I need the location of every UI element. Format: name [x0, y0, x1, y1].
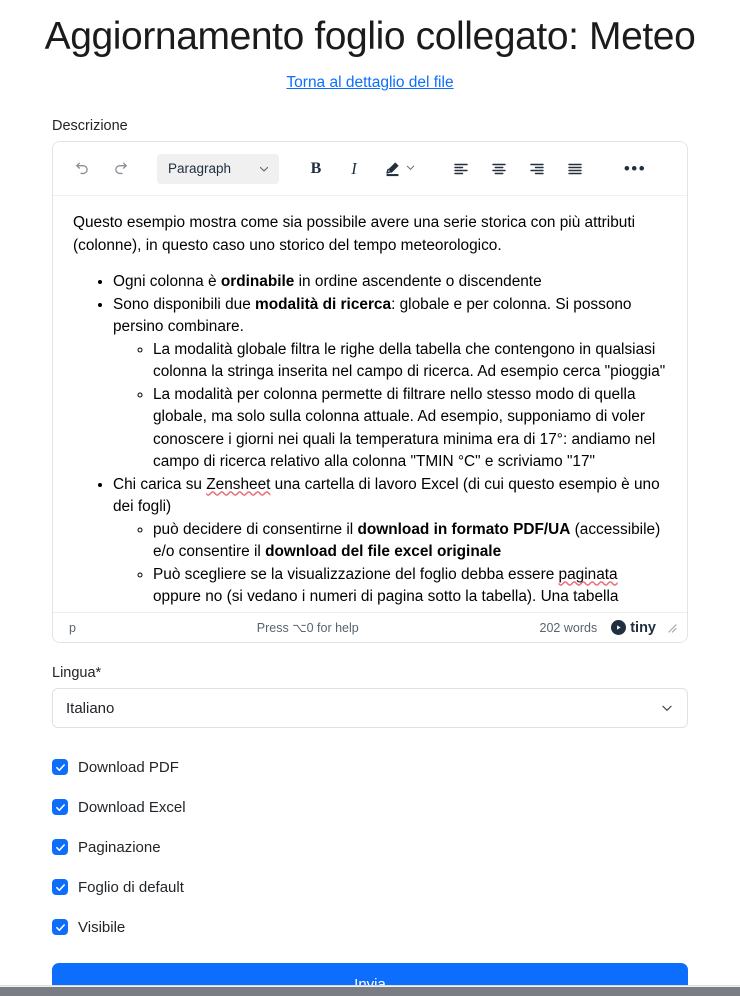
language-select[interactable]: Italiano: [52, 688, 688, 728]
spellcheck-word: paginata: [558, 565, 618, 583]
bullet-text: Chi carica su: [113, 475, 207, 493]
checkbox-row-foglio-di-default[interactable]: Foglio di default: [52, 867, 688, 907]
page-title: Aggiornamento foglio collegato: Meteo: [44, 15, 696, 58]
align-justify-icon[interactable]: [560, 154, 590, 184]
editor-content-area[interactable]: Questo esempio mostra come sia possibile…: [53, 196, 687, 612]
editor-status-bar: p Press ⌥0 for help 202 words tiny: [53, 612, 687, 642]
editor-resize-handle[interactable]: [666, 622, 677, 633]
tiny-logo-icon: [611, 620, 627, 635]
language-field: Lingua* Italiano: [52, 665, 688, 728]
checkbox-foglio-di-default[interactable]: [52, 879, 68, 895]
back-link-container: Torna al dettaglio del file: [0, 74, 740, 92]
bullet-text: oppure no (si vedano i numeri di pagina …: [153, 588, 619, 605]
bullet-bold: download in formato PDF/UA: [357, 520, 571, 538]
checkbox-visibile[interactable]: [52, 919, 68, 935]
checkbox-label-download-excel[interactable]: Download Excel: [78, 799, 186, 816]
bullet-bold: ordinabile: [220, 273, 295, 290]
spellcheck-word: Zensheet: [206, 475, 271, 493]
align-center-icon[interactable]: [484, 154, 514, 184]
sub-list: La modalità globale filtra le righe dell…: [113, 339, 667, 474]
language-label: Lingua*: [52, 665, 102, 681]
bullet-text: in ordine ascendente o discendente: [294, 273, 542, 290]
list-item: può decidere di consentirne il download …: [153, 519, 667, 564]
word-count[interactable]: 202 words: [540, 621, 598, 635]
list-item: Può scegliere se la visualizzazione del …: [153, 564, 667, 609]
checkbox-row-download-excel[interactable]: Download Excel: [52, 787, 688, 827]
undo-icon[interactable]: [67, 154, 97, 184]
checkbox-download-pdf[interactable]: [52, 759, 68, 775]
feature-list: Ogni colonna è ordinabile in ordine asce…: [73, 271, 667, 609]
checkbox-download-excel[interactable]: [52, 799, 68, 815]
list-item: La modalità per colonna permette di filt…: [153, 384, 667, 474]
bullet-text: Può scegliere se la visualizzazione del …: [153, 565, 559, 583]
back-to-file-detail-link[interactable]: Torna al dettaglio del file: [286, 74, 453, 91]
editor-toolbar: Paragraph B I •••: [53, 142, 687, 196]
rich-text-editor[interactable]: Paragraph B I ••• Questo esempio mostra …: [52, 141, 688, 643]
align-right-icon[interactable]: [522, 154, 552, 184]
language-selected-value: Italiano: [66, 699, 115, 717]
tiny-brand-label: tiny: [630, 619, 656, 636]
bullet-text: può decidere di consentirne il: [153, 520, 358, 538]
checkbox-paginazione[interactable]: [52, 839, 68, 855]
more-options-button[interactable]: •••: [620, 154, 650, 184]
text-color-split-button[interactable]: [377, 154, 416, 184]
checkbox-row-paginazione[interactable]: Paginazione: [52, 827, 688, 867]
checkbox-label-download-pdf[interactable]: Download PDF: [78, 759, 179, 776]
checkbox-label-paginazione[interactable]: Paginazione: [78, 839, 161, 856]
tinymce-brand-link[interactable]: tiny: [611, 620, 656, 636]
list-item: Sono disponibili due modalità di ricerca…: [113, 294, 667, 474]
more-options-label: •••: [623, 158, 647, 178]
checkbox-row-download-pdf[interactable]: Download PDF: [52, 747, 688, 787]
horizontal-scrollbar-thumb[interactable]: [0, 987, 740, 996]
italic-button[interactable]: I: [339, 154, 369, 184]
pen-icon[interactable]: [377, 154, 407, 184]
list-item: Ogni colonna è ordinabile in ordine asce…: [113, 271, 667, 294]
page-root: Aggiornamento foglio collegato: Meteo To…: [0, 0, 740, 996]
editor-document: Questo esempio mostra come sia possibile…: [73, 212, 667, 609]
bullet-bold: download del file excel originale: [265, 543, 502, 560]
align-left-icon[interactable]: [446, 154, 476, 184]
update-sheet-form: Descrizione Paragraph B I ••• Questo ese…: [52, 92, 688, 996]
sub-list: può decidere di consentirne il download …: [113, 519, 667, 609]
bullet-text: Ogni colonna è: [113, 273, 221, 290]
help-hint: Press ⌥0 for help: [256, 621, 359, 635]
block-format-value: Paragraph: [168, 161, 232, 176]
block-format-select[interactable]: Paragraph: [157, 153, 279, 184]
redo-icon[interactable]: [105, 154, 135, 184]
chevron-down-icon: [258, 163, 270, 175]
checkbox-label-visibile[interactable]: Visibile: [78, 919, 125, 936]
checkbox-label-foglio-di-default[interactable]: Foglio di default: [78, 879, 184, 896]
description-label: Descrizione: [52, 118, 128, 134]
element-path[interactable]: p: [69, 621, 76, 635]
intro-paragraph: Questo esempio mostra come sia possibile…: [73, 214, 636, 254]
chevron-down-icon: [660, 701, 674, 715]
list-item: La modalità globale filtra le righe dell…: [153, 339, 667, 384]
bullet-bold: modalità di ricerca: [255, 295, 392, 313]
horizontal-scrollbar[interactable]: [0, 985, 740, 996]
list-item: Chi carica su Zensheet una cartella di l…: [113, 474, 667, 609]
bold-button[interactable]: B: [301, 154, 331, 184]
checkbox-row-visibile[interactable]: Visibile: [52, 907, 688, 947]
bullet-text: Sono disponibili due: [113, 295, 256, 313]
chevron-down-icon: [405, 160, 416, 178]
options-checkbox-group: Download PDF Download Excel Paginazione …: [52, 747, 688, 947]
